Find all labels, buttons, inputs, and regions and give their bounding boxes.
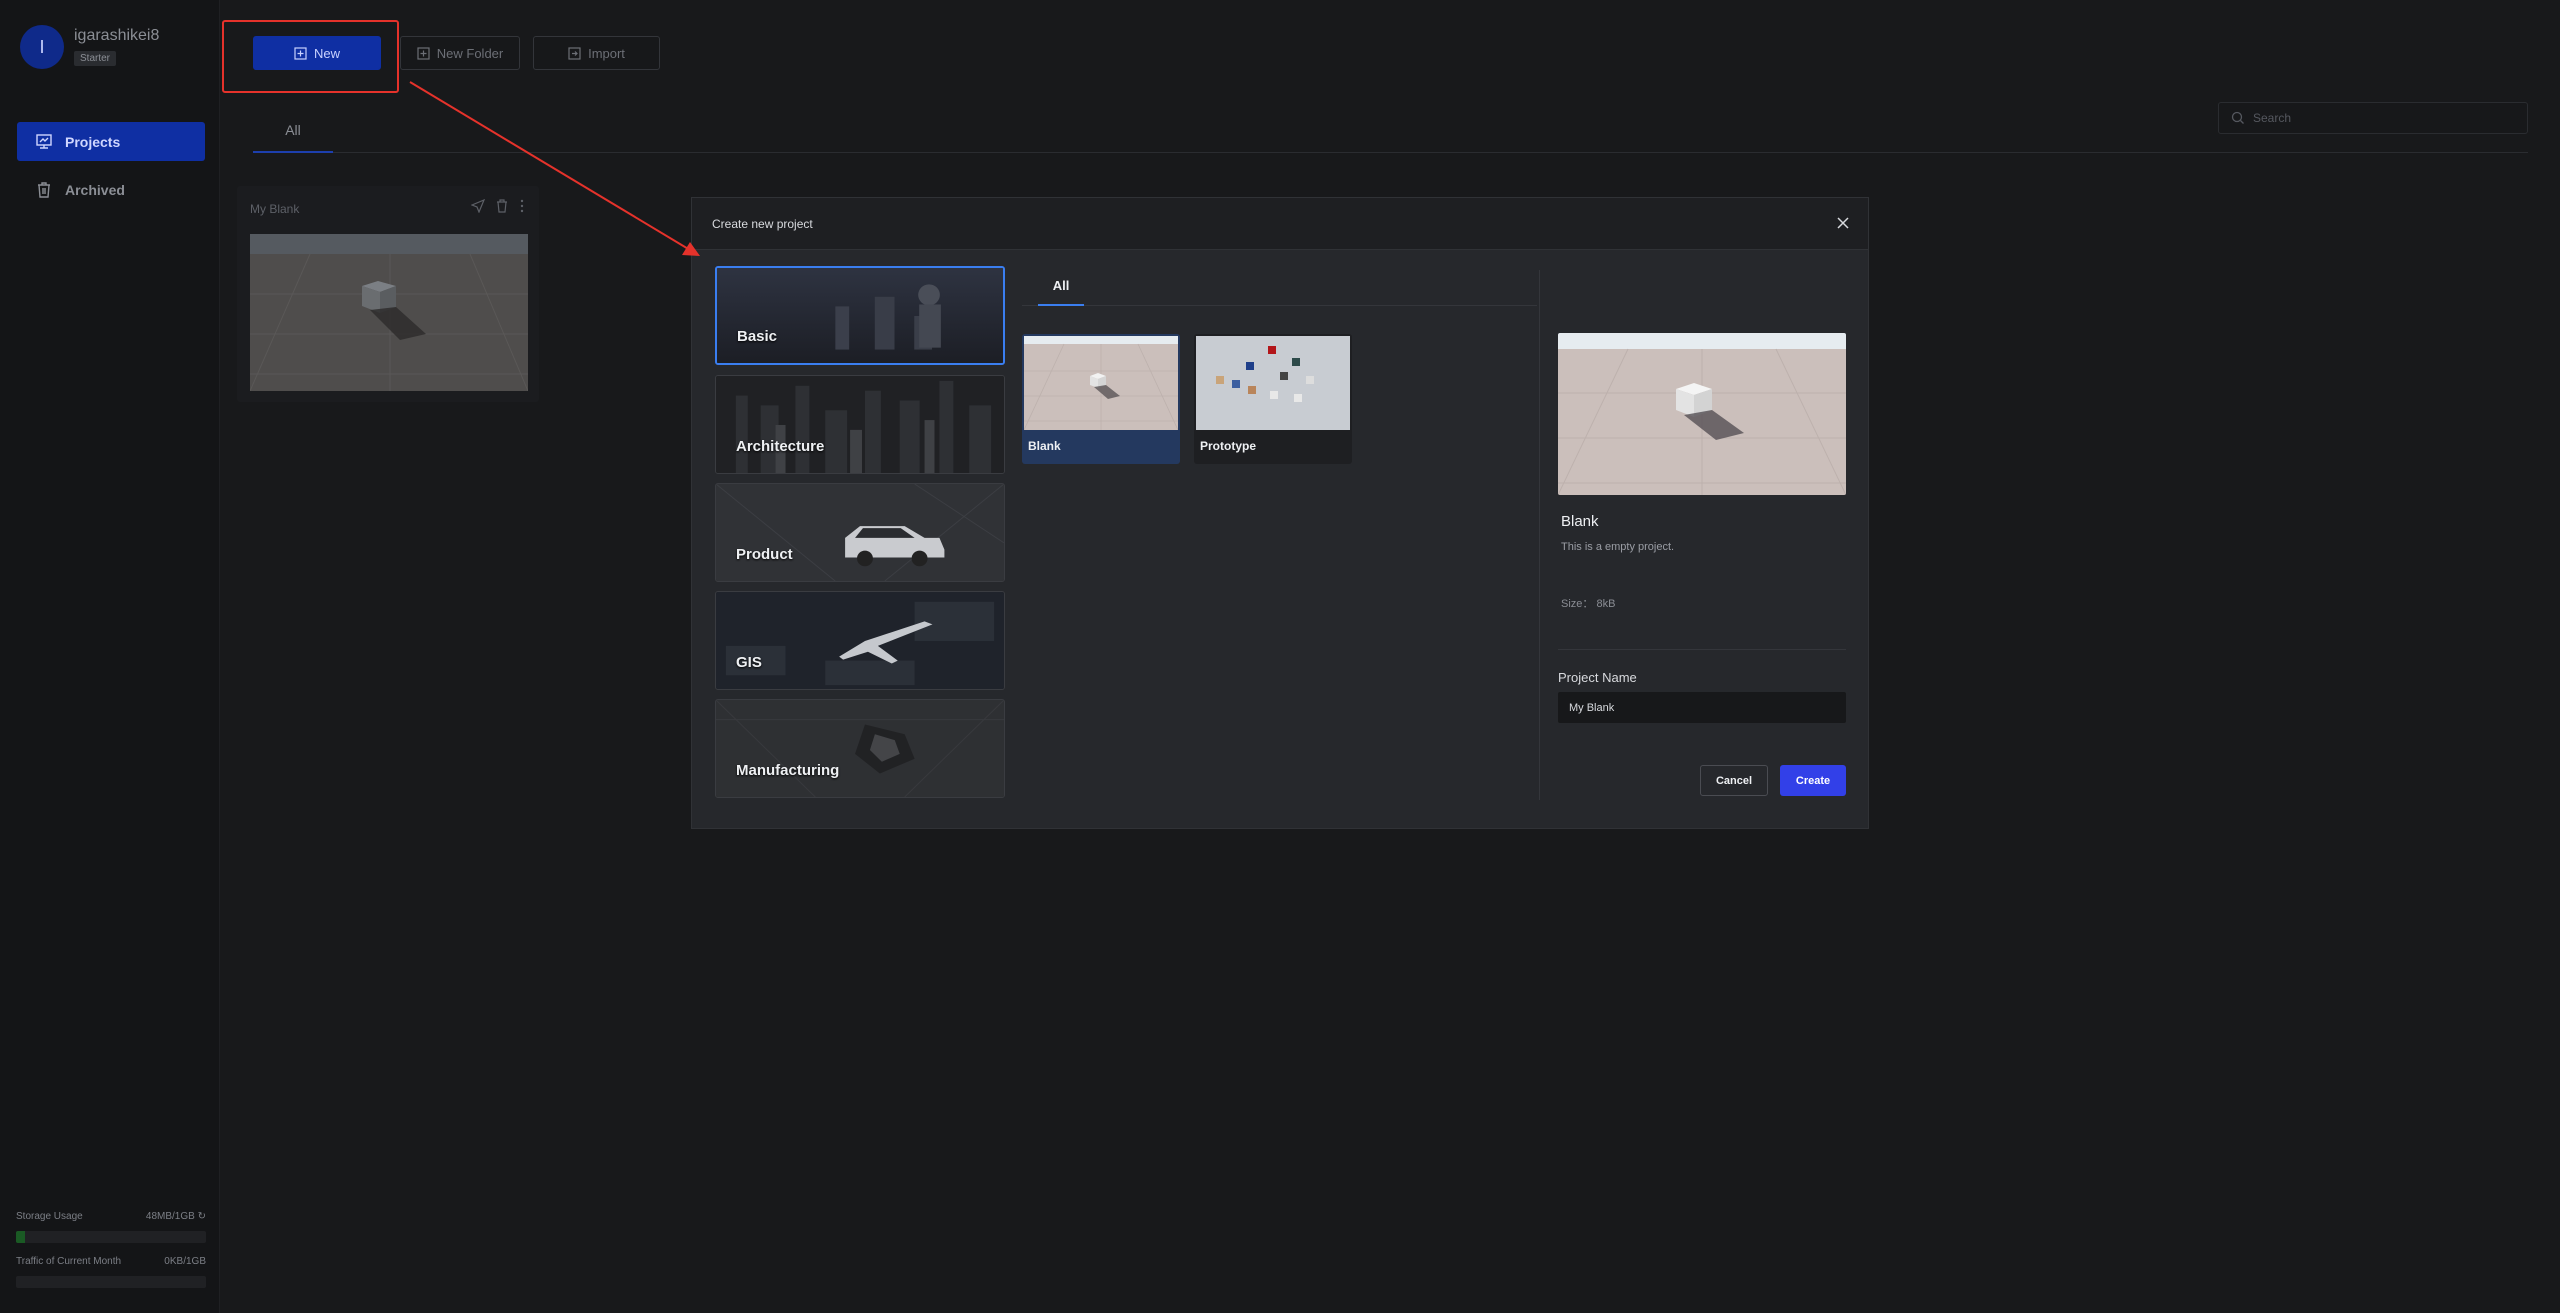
send-icon[interactable] bbox=[471, 199, 485, 213]
project-card-thumbnail bbox=[250, 234, 528, 391]
category-architecture[interactable]: Architecture bbox=[715, 375, 1005, 474]
sidebar-item-label: Projects bbox=[65, 133, 121, 150]
category-label: Basic bbox=[737, 328, 778, 345]
template-thumbnail bbox=[1196, 336, 1350, 430]
category-label: GIS bbox=[736, 654, 762, 671]
template-label: Blank bbox=[1028, 439, 1061, 453]
template-label: Prototype bbox=[1200, 439, 1257, 453]
category-label: Manufacturing bbox=[736, 762, 840, 779]
sidebar-item-projects[interactable]: Projects bbox=[17, 122, 205, 161]
plan-badge: Starter bbox=[74, 51, 117, 66]
search-placeholder: Search bbox=[2253, 111, 2292, 125]
storage-bar bbox=[16, 1231, 206, 1243]
search-icon bbox=[2231, 111, 2244, 124]
close-icon[interactable] bbox=[1832, 212, 1854, 234]
storage-usage: Storage Usage 48MB/1GB ↻ bbox=[16, 1211, 206, 1222]
preview-size: Size： 8kB bbox=[1561, 598, 1616, 610]
traffic-value: 0KB/1GB bbox=[164, 1256, 206, 1267]
tab-all[interactable]: All bbox=[1038, 266, 1084, 306]
preview-description: This is a empty project. bbox=[1561, 541, 1675, 553]
storage-label: Storage Usage bbox=[16, 1211, 83, 1222]
traffic-bar bbox=[16, 1276, 206, 1288]
trash-icon[interactable] bbox=[495, 199, 509, 213]
search-input[interactable]: Search bbox=[2218, 102, 2528, 134]
template-prototype[interactable]: Prototype bbox=[1194, 334, 1352, 464]
sidebar: I igarashikei8 Starter Projects Archived… bbox=[0, 0, 220, 1313]
preview-name: Blank bbox=[1561, 513, 1599, 530]
tab-all[interactable]: All bbox=[253, 108, 333, 153]
project-card-title: My Blank bbox=[250, 202, 300, 216]
new-folder-button[interactable]: New Folder bbox=[400, 36, 520, 70]
sidebar-item-label: Archived bbox=[65, 181, 125, 198]
folder-plus-icon bbox=[417, 46, 430, 60]
dialog-title: Create new project bbox=[712, 217, 813, 231]
projects-icon bbox=[36, 133, 52, 149]
username: igarashikei8 bbox=[74, 27, 160, 44]
template-preview-image bbox=[1558, 333, 1846, 495]
traffic-label: Traffic of Current Month bbox=[16, 1256, 122, 1267]
template-blank[interactable]: Blank bbox=[1022, 334, 1180, 464]
create-project-dialog: Create new project Basic Architecture Pr… bbox=[691, 197, 1869, 829]
project-name-label: Project Name bbox=[1558, 670, 1637, 685]
storage-value: 48MB/1GB ↻ bbox=[145, 1211, 206, 1222]
category-basic[interactable]: Basic bbox=[715, 266, 1005, 365]
divider bbox=[1558, 649, 1846, 650]
category-label: Product bbox=[736, 546, 793, 563]
avatar[interactable]: I bbox=[20, 25, 64, 69]
annotation-highlight-box bbox=[222, 20, 399, 93]
main-tabs: All bbox=[253, 108, 2528, 153]
category-manufacturing[interactable]: Manufacturing bbox=[715, 699, 1005, 798]
project-card[interactable]: My Blank bbox=[237, 186, 539, 402]
traffic-usage: Traffic of Current Month 0KB/1GB bbox=[16, 1256, 206, 1267]
create-button[interactable]: Create bbox=[1780, 765, 1846, 796]
storage-bar-fill bbox=[16, 1231, 25, 1243]
project-name-field[interactable] bbox=[1558, 692, 1846, 723]
refresh-icon[interactable]: ↻ bbox=[198, 1211, 206, 1222]
category-label: Architecture bbox=[736, 438, 825, 455]
category-product[interactable]: Product bbox=[715, 483, 1005, 582]
import-button[interactable]: Import bbox=[533, 36, 660, 70]
template-thumbnail bbox=[1024, 336, 1178, 430]
import-icon bbox=[568, 46, 581, 60]
more-vertical-icon[interactable] bbox=[519, 199, 525, 213]
cancel-button[interactable]: Cancel bbox=[1700, 765, 1768, 796]
category-gis[interactable]: GIS bbox=[715, 591, 1005, 690]
divider bbox=[1539, 270, 1540, 800]
template-tabs: All bbox=[1022, 266, 1537, 306]
dialog-header: Create new project bbox=[692, 198, 1868, 250]
sidebar-item-archived[interactable]: Archived bbox=[17, 170, 205, 209]
trash-icon bbox=[38, 181, 50, 198]
